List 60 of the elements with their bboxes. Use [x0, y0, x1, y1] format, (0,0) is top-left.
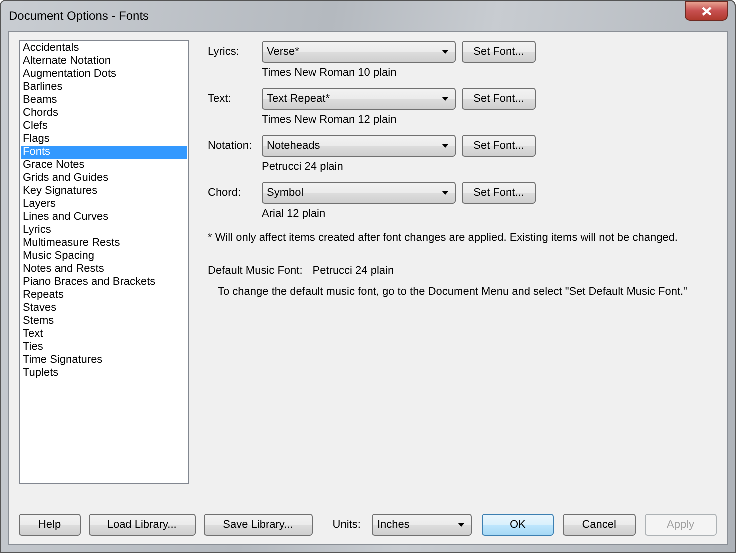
close-icon — [702, 6, 712, 16]
set-font-button[interactable]: Set Font... — [462, 88, 536, 110]
category-item[interactable]: Key Signatures — [21, 185, 187, 198]
category-item[interactable]: Time Signatures — [21, 354, 187, 367]
font-dropdown[interactable]: Verse* — [262, 41, 456, 63]
dropdown-arrow-icon — [442, 50, 449, 54]
category-item[interactable]: Text — [21, 328, 187, 341]
set-font-button[interactable]: Set Font... — [462, 182, 536, 204]
category-item[interactable]: Accidentals — [21, 42, 187, 55]
category-item[interactable]: Music Spacing — [21, 250, 187, 263]
category-item[interactable]: Beams — [21, 94, 187, 107]
default-font-label: Default Music Font: — [208, 265, 303, 277]
category-item[interactable]: Alternate Notation — [21, 55, 187, 68]
set-font-button[interactable]: Set Font... — [462, 41, 536, 63]
hint-text: To change the default music font, go to the Document Menu and select "Set Default Music Font." — [218, 286, 688, 298]
category-item[interactable]: Grace Notes — [21, 159, 187, 172]
category-item[interactable]: Lines and Curves — [21, 211, 187, 224]
category-item[interactable]: Flags — [21, 133, 187, 146]
set-font-button[interactable]: Set Font... — [462, 135, 536, 157]
category-item[interactable]: Stems — [21, 315, 187, 328]
category-item[interactable]: Repeats — [21, 289, 187, 302]
category-item[interactable]: Augmentation Dots — [21, 68, 187, 81]
font-label: Notation: — [208, 140, 254, 152]
font-dropdown[interactable]: Symbol — [262, 182, 456, 204]
category-item[interactable]: Piano Braces and Brackets — [21, 276, 187, 289]
load-library-button[interactable]: Load Library... — [88, 514, 196, 536]
default-font-value: Petrucci 24 plain — [312, 265, 394, 277]
category-item[interactable]: Chords — [21, 107, 187, 120]
category-item[interactable]: Multimeasure Rests — [21, 237, 187, 250]
dialog-button[interactable]: OK — [482, 514, 554, 536]
dropdown-arrow-icon — [442, 97, 449, 101]
dropdown-arrow-icon — [442, 191, 449, 195]
font-dropdown[interactable]: Text Repeat* — [262, 88, 456, 110]
save-library-button[interactable]: Save Library... — [204, 514, 313, 536]
category-item[interactable]: Barlines — [21, 81, 187, 94]
font-dropdown[interactable]: Noteheads — [262, 135, 456, 157]
help-button[interactable]: Help — [19, 514, 81, 536]
font-label: Chord: — [208, 187, 242, 199]
category-item[interactable]: Tuplets — [21, 367, 187, 380]
category-item[interactable]: Notes and Rests — [21, 263, 187, 276]
dialog-button[interactable]: Cancel — [563, 514, 636, 536]
category-item[interactable]: Grids and Guides — [21, 172, 187, 185]
close-button[interactable] — [685, 1, 728, 21]
dropdown-arrow-icon — [458, 523, 465, 527]
font-description: Arial 12 plain — [262, 208, 327, 220]
units-label: Units: — [332, 519, 362, 531]
category-item[interactable]: Layers — [21, 198, 187, 211]
window-title: Document Options - Fonts — [9, 9, 150, 23]
category-item[interactable]: Ties — [21, 341, 187, 354]
category-item[interactable]: Clefs — [21, 120, 187, 133]
dropdown-arrow-icon — [442, 144, 449, 148]
font-label: Lyrics: — [208, 46, 240, 58]
font-description: Times New Roman 10 plain — [262, 67, 398, 79]
category-item[interactable]: Lyrics — [21, 224, 187, 237]
font-label: Text: — [208, 93, 232, 105]
font-description: Petrucci 24 plain — [262, 161, 344, 173]
units-dropdown[interactable]: Inches — [372, 514, 472, 536]
category-item[interactable]: Staves — [21, 302, 187, 315]
font-description: Times New Roman 12 plain — [262, 114, 398, 126]
note-text: * Will only affect items created after font changes are applied. Existing items will not be changed. — [208, 232, 679, 244]
